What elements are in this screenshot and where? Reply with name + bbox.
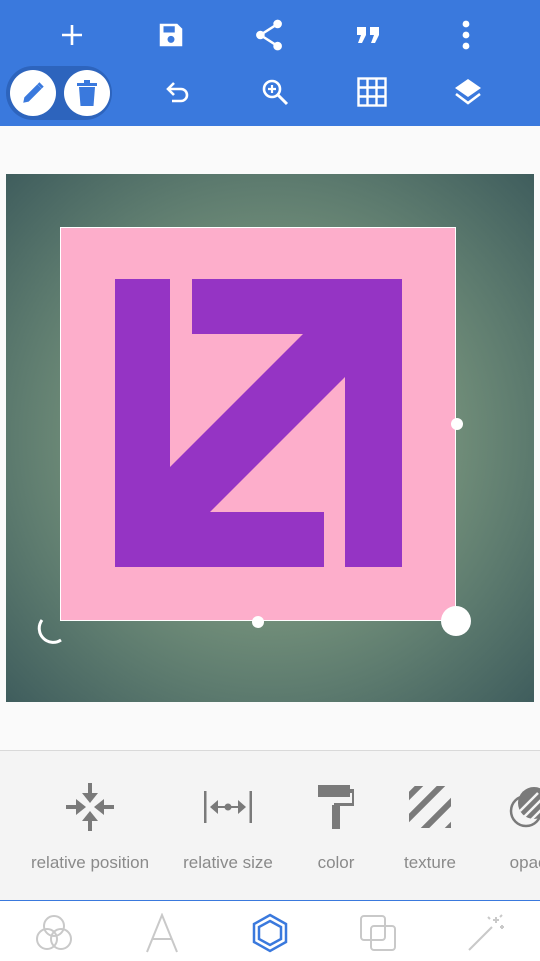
quote-button[interactable] — [340, 11, 396, 59]
save-button[interactable] — [143, 11, 199, 59]
tool-label: texture — [404, 853, 456, 872]
zoom-in-button[interactable] — [247, 68, 303, 116]
share-icon — [256, 19, 282, 51]
editor-canvas[interactable] — [6, 174, 534, 702]
layers-icon — [455, 79, 481, 105]
undo-button[interactable] — [150, 68, 206, 116]
tool-label: relative size — [183, 853, 273, 872]
texture-stripes-icon — [409, 786, 451, 828]
tool-label: opaci — [509, 853, 540, 872]
share-button[interactable] — [241, 11, 297, 59]
rotate-handle[interactable] — [36, 616, 64, 644]
text-icon — [146, 913, 178, 953]
layers-button[interactable] — [440, 68, 496, 116]
add-button[interactable] — [44, 11, 100, 59]
undo-icon — [166, 82, 189, 103]
more-vert-icon — [462, 20, 470, 50]
resize-handle-right[interactable] — [451, 418, 463, 430]
trash-icon — [77, 80, 97, 106]
delete-button[interactable] — [64, 70, 110, 116]
tool-label: color — [317, 853, 355, 872]
relative-position-tool[interactable]: relative position — [15, 781, 165, 873]
nav-text[interactable] — [132, 911, 192, 955]
pencil-icon — [23, 82, 44, 103]
shape-hexagon-icon — [252, 913, 288, 953]
resize-handle-corner[interactable] — [441, 606, 471, 636]
nav-shape[interactable] — [240, 911, 300, 955]
grid-button[interactable] — [344, 68, 400, 116]
top-toolbar — [0, 0, 540, 126]
plus-icon — [62, 25, 82, 45]
more-options-button[interactable] — [438, 11, 494, 59]
tool-panel: relative position relative size color te… — [0, 750, 540, 901]
nav-blend[interactable] — [24, 911, 84, 955]
relative-size-icon — [204, 791, 252, 823]
edit-mode-button[interactable] — [10, 70, 56, 116]
tool-label: relative position — [30, 853, 150, 872]
arrows-diagonal-icon — [115, 279, 402, 567]
paint-roller-icon — [318, 785, 354, 829]
grid-icon — [357, 77, 387, 107]
save-icon — [159, 23, 183, 47]
resize-handle-bottom[interactable] — [252, 616, 264, 628]
bottom-nav — [0, 900, 540, 961]
magic-wand-icon — [468, 914, 504, 951]
selected-layer[interactable] — [60, 227, 456, 621]
relative-position-icon — [66, 783, 114, 831]
blend-circles-icon — [36, 915, 72, 950]
nav-effects[interactable] — [456, 911, 516, 955]
nav-layers[interactable] — [348, 911, 408, 955]
layers-squares-icon — [360, 915, 396, 951]
quote-icon — [357, 27, 379, 43]
opacity-tool[interactable]: opaci — [455, 781, 540, 873]
opacity-icon — [509, 787, 540, 828]
zoom-in-icon — [262, 79, 289, 106]
